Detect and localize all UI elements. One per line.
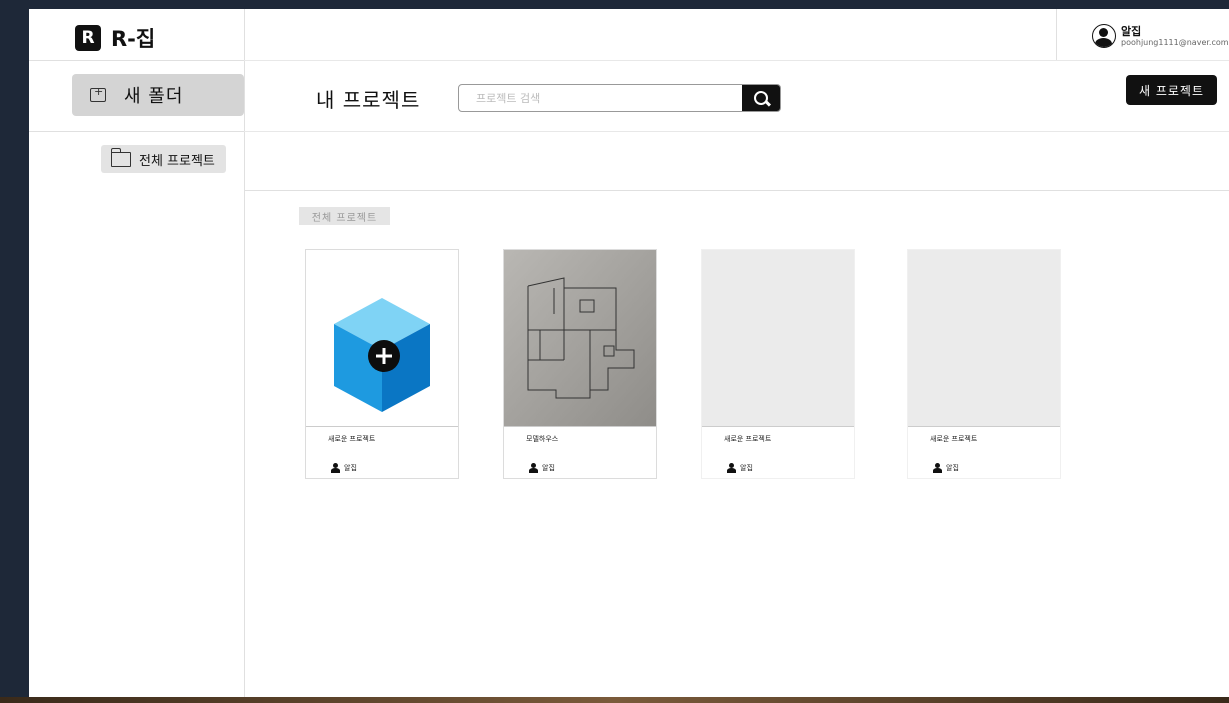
- desktop-taskbar: [0, 697, 1229, 703]
- new-folder-label: 새 폴더: [124, 86, 184, 107]
- project-title: 새로운 프로젝트: [724, 435, 772, 443]
- project-owner: 알집: [344, 464, 357, 472]
- breadcrumb[interactable]: 전체 프로젝트: [299, 207, 390, 225]
- toolbar-divider: [244, 131, 1229, 132]
- user-icon: [933, 463, 942, 473]
- user-icon: [529, 463, 538, 473]
- project-thumbnail: [702, 250, 854, 426]
- app-logo[interactable]: R R-집: [75, 23, 155, 53]
- header-divider: [244, 60, 1229, 61]
- sidebar-item-all-projects[interactable]: 전체 프로젝트: [101, 145, 226, 173]
- project-owner: 알집: [946, 464, 959, 472]
- floor-plan-image: [504, 250, 656, 426]
- project-owner: 알집: [740, 464, 753, 472]
- search-button[interactable]: [742, 85, 780, 111]
- sidebar-divider: [29, 60, 244, 61]
- search-bar: [458, 84, 781, 112]
- project-card[interactable]: 새로운 프로젝트 알집: [907, 249, 1061, 479]
- sidebar-divider: [29, 131, 244, 132]
- new-folder-button[interactable]: 새 폴더: [72, 74, 244, 116]
- project-card-new[interactable]: 새로운 프로젝트 알집: [305, 249, 459, 479]
- new-project-cube-icon: [334, 298, 430, 412]
- page-title: 내 프로젝트: [316, 88, 421, 112]
- sidebar-item-label: 전체 프로젝트: [139, 153, 215, 169]
- folder-icon: [110, 147, 131, 167]
- search-input[interactable]: [459, 85, 742, 111]
- project-title: 새로운 프로젝트: [930, 435, 978, 443]
- project-title: 모델하우스: [526, 435, 559, 443]
- user-profile[interactable]: 알집 poohjung1111@naver.com: [1092, 24, 1229, 48]
- app-window: R R-집 새 폴더 전체 프로젝트 알집 poohjung1111@naver…: [23, 9, 1229, 697]
- project-title: 새로운 프로젝트: [328, 435, 376, 443]
- header-divider: [1056, 9, 1057, 60]
- app-title: R-집: [111, 27, 156, 51]
- project-card[interactable]: 새로운 프로젝트 알집: [701, 249, 855, 479]
- project-card[interactable]: 모델하우스 알집: [503, 249, 657, 479]
- project-thumbnail: [504, 250, 656, 426]
- project-thumbnail: [908, 250, 1060, 426]
- add-folder-icon: [90, 85, 106, 102]
- project-thumbnail: [306, 250, 458, 426]
- user-icon: [727, 463, 736, 473]
- user-email: poohjung1111@naver.com: [1121, 37, 1229, 47]
- project-owner: 알집: [542, 464, 555, 472]
- new-project-button[interactable]: 새 프로젝트: [1126, 75, 1217, 105]
- user-icon: [331, 463, 340, 473]
- user-name: 알집: [1121, 24, 1142, 38]
- sidebar: R R-집 새 폴더 전체 프로젝트: [29, 9, 245, 697]
- content-divider: [244, 190, 1229, 191]
- logo-badge: R: [75, 25, 101, 51]
- avatar-icon: [1092, 24, 1116, 48]
